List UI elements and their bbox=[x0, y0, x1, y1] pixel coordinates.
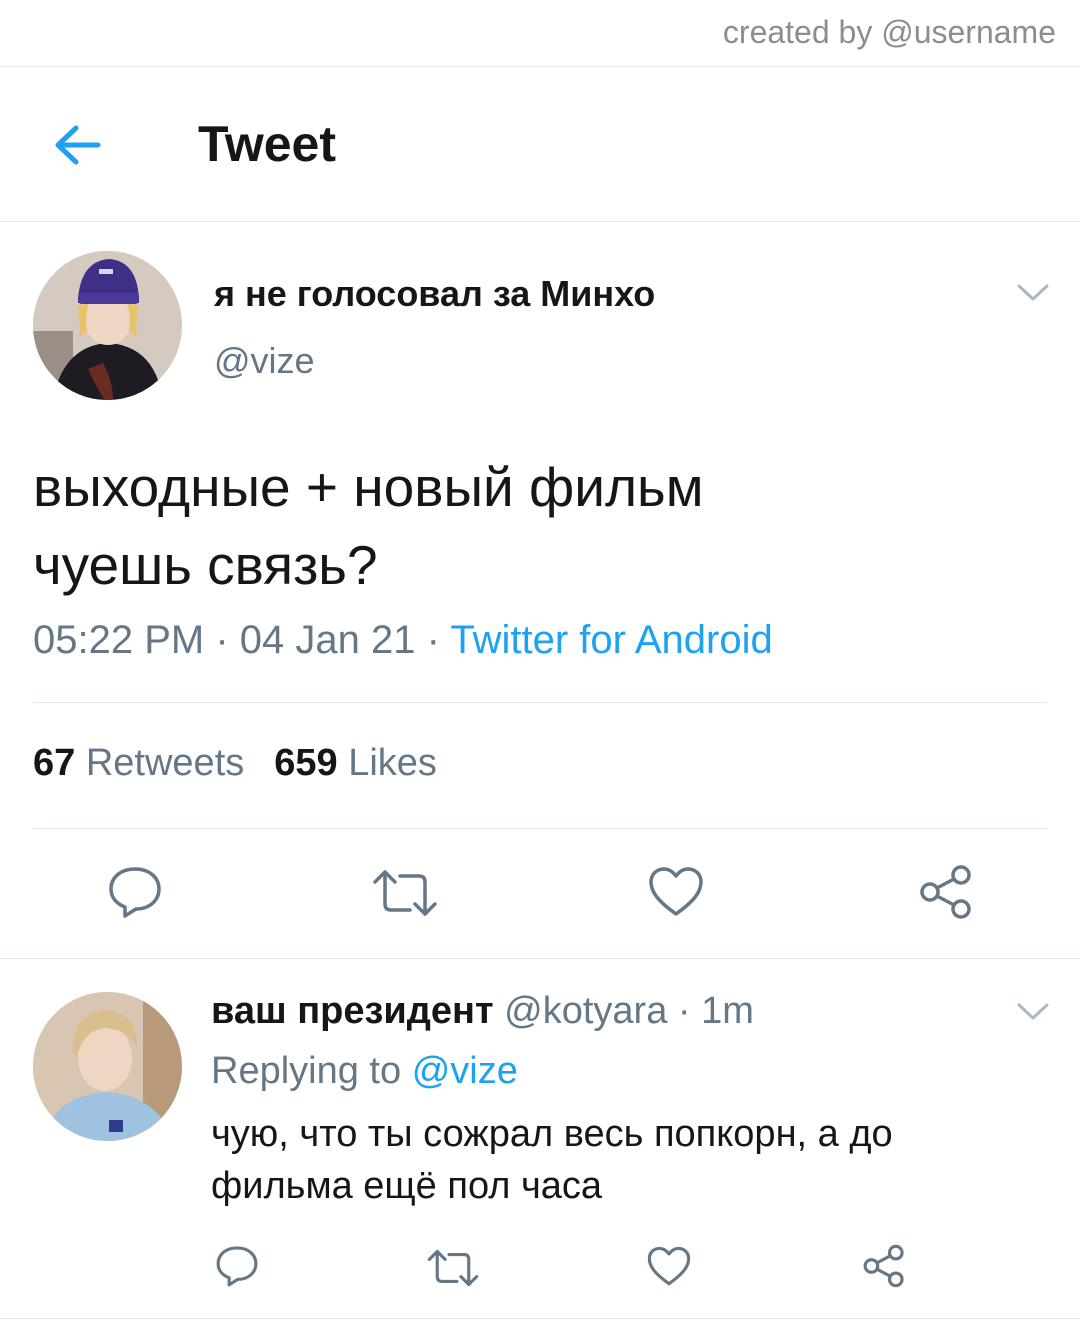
avatar-image bbox=[33, 992, 182, 1141]
retweet-icon bbox=[373, 870, 437, 916]
tweet-stats: 67 Retweets 659 Likes bbox=[33, 742, 437, 785]
comment-icon bbox=[216, 1246, 258, 1287]
reply-author-name[interactable]: ваш президент bbox=[211, 990, 494, 1032]
share-button[interactable] bbox=[918, 864, 974, 925]
tweet-text: выходные + новый фильм чуешь связь? bbox=[33, 456, 704, 596]
back-button[interactable] bbox=[48, 115, 108, 175]
replying-prefix: Replying to bbox=[211, 1050, 402, 1092]
avatar-image bbox=[33, 251, 182, 400]
tweet-date: 04 Jan 21 bbox=[239, 618, 416, 662]
reply-share-button[interactable] bbox=[862, 1244, 906, 1293]
share-icon bbox=[863, 1244, 904, 1288]
meta-dot: · bbox=[677, 990, 691, 1032]
likes-count: 659 bbox=[274, 742, 338, 784]
arrow-left-icon bbox=[55, 125, 101, 165]
reply-header: ваш президент @kotyara · 1m bbox=[211, 990, 754, 1033]
chevron-down-icon bbox=[1017, 284, 1049, 301]
replying-to: Replying to @vize bbox=[211, 1050, 518, 1093]
reply-age: 1m bbox=[701, 990, 754, 1032]
divider bbox=[33, 702, 1047, 703]
retweet-icon bbox=[427, 1249, 479, 1287]
like-button[interactable] bbox=[648, 866, 704, 923]
retweet-button[interactable] bbox=[372, 868, 438, 923]
reply-text: чую, что ты сожрал весь попкорн, а до фи… bbox=[211, 1113, 893, 1207]
author-handle[interactable]: @vize bbox=[214, 340, 315, 382]
tweet-menu-button[interactable] bbox=[1016, 283, 1050, 303]
heart-icon bbox=[649, 867, 703, 916]
divider bbox=[0, 1318, 1080, 1319]
likes-label: Likes bbox=[348, 742, 437, 784]
author-avatar[interactable] bbox=[33, 251, 182, 400]
retweets-stat[interactable]: 67 Retweets bbox=[33, 742, 244, 784]
app-header: Tweet bbox=[0, 67, 1080, 221]
author-name[interactable]: я не голосовал за Минхо bbox=[214, 273, 655, 315]
retweets-label: Retweets bbox=[85, 742, 245, 784]
reply-retweet-button[interactable] bbox=[427, 1248, 479, 1293]
comment-icon bbox=[109, 867, 161, 918]
heart-icon bbox=[647, 1246, 691, 1286]
reply-like-button[interactable] bbox=[647, 1246, 691, 1292]
reply-reply-button[interactable] bbox=[214, 1244, 260, 1293]
divider bbox=[33, 828, 1047, 829]
reply-menu-button[interactable] bbox=[1016, 1002, 1050, 1022]
header-divider bbox=[0, 221, 1080, 222]
page-title: Tweet bbox=[198, 116, 336, 172]
retweets-count: 67 bbox=[33, 742, 76, 784]
reply-author-handle[interactable]: @kotyara bbox=[504, 990, 667, 1032]
share-icon bbox=[920, 865, 971, 919]
tweet-time: 05:22 PM bbox=[33, 618, 205, 662]
tweet-source-link[interactable]: Twitter for Android bbox=[450, 618, 772, 662]
divider bbox=[0, 958, 1080, 959]
watermark-credit: created by @username bbox=[722, 14, 1056, 50]
reply-author-avatar[interactable] bbox=[33, 992, 182, 1141]
likes-stat[interactable]: 659 Likes bbox=[274, 742, 437, 784]
chevron-down-icon bbox=[1017, 1003, 1049, 1020]
meta-dot: · bbox=[426, 618, 440, 662]
meta-dot: · bbox=[215, 618, 229, 662]
replying-mention-link[interactable]: @vize bbox=[412, 1050, 518, 1092]
tweet-meta: 05:22 PM · 04 Jan 21 · Twitter for Andro… bbox=[33, 618, 773, 663]
reply-button[interactable] bbox=[106, 864, 164, 925]
